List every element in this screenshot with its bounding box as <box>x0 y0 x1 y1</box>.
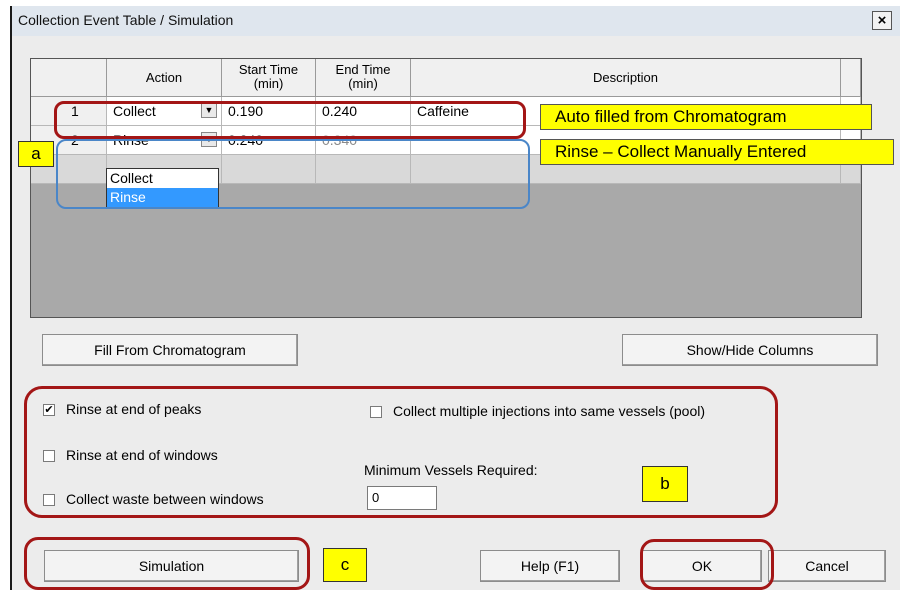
fill-from-chromatogram-button[interactable]: Fill From Chromatogram <box>42 334 298 366</box>
column-header-description[interactable]: Description <box>411 59 841 97</box>
highlight-ok <box>640 539 774 590</box>
column-header-end-time-label: End Time <box>335 62 391 77</box>
title-bar: Collection Event Table / Simulation × <box>12 6 900 36</box>
column-header-start-time[interactable]: Start Time (min) <box>222 59 316 97</box>
column-header-action[interactable]: Action <box>107 59 222 97</box>
column-header-action-label: Action <box>145 70 183 85</box>
callout-auto-filled: Auto filled from Chromatogram <box>540 104 872 130</box>
column-header-filler <box>841 59 861 97</box>
column-header-start-time-unit: (min) <box>253 76 284 91</box>
callout-letter-c: c <box>323 548 367 582</box>
show-hide-columns-button[interactable]: Show/Hide Columns <box>622 334 878 366</box>
callout-rinse-collect: Rinse – Collect Manually Entered <box>540 139 894 165</box>
callout-letter-a: a <box>18 141 54 167</box>
callout-letter-b: b <box>642 466 688 502</box>
column-header-description-label: Description <box>592 70 659 85</box>
highlight-simulation <box>24 537 310 590</box>
column-header-end-time-unit: (min) <box>348 76 378 91</box>
close-icon[interactable]: × <box>872 11 892 30</box>
highlight-auto-filled-row <box>54 101 526 139</box>
help-button[interactable]: Help (F1) <box>480 550 620 582</box>
dialog-title: Collection Event Table / Simulation <box>18 12 234 28</box>
grid-corner-header <box>31 59 107 97</box>
column-header-start-time-label: Start Time <box>238 62 299 77</box>
highlight-rinse-row <box>56 139 530 209</box>
cancel-button[interactable]: Cancel <box>768 550 886 582</box>
column-header-end-time[interactable]: End Time (min) <box>316 59 411 97</box>
